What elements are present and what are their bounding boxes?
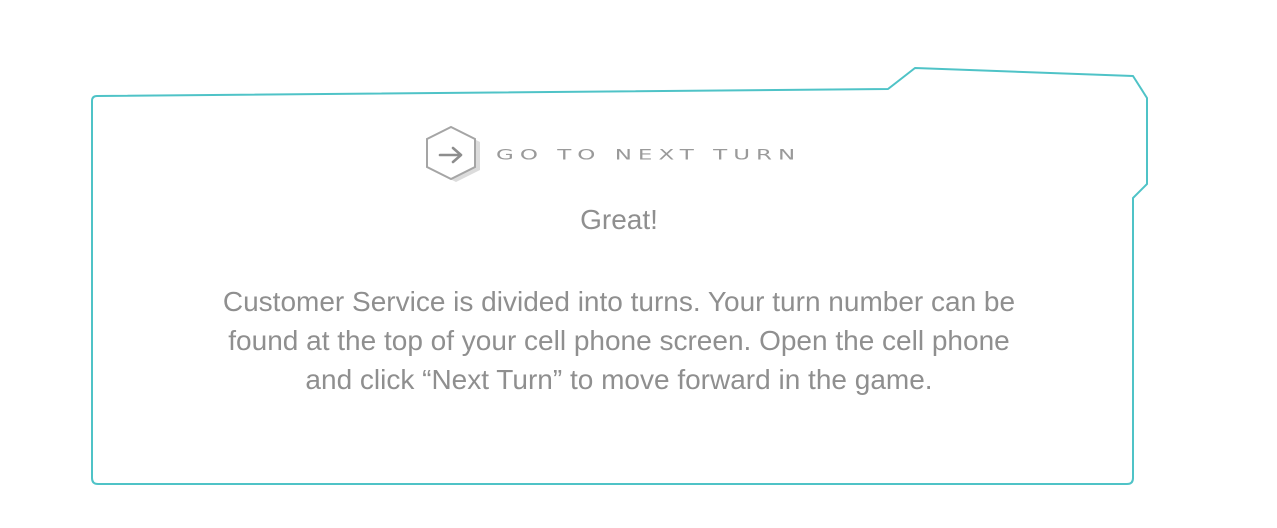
- instruction-line: Customer Service is divided into turns. …: [222, 286, 1016, 317]
- tutorial-screen: Go to next turn Great! Customer Service …: [0, 0, 1277, 528]
- tutorial-panel: Go to next turn Great! Customer Service …: [94, 92, 1144, 482]
- next-turn-label: Go to next turn: [496, 146, 802, 164]
- instruction-text: Customer Service is divided into turns. …: [94, 282, 1144, 399]
- arrow-right-icon[interactable]: [420, 125, 486, 191]
- instruction-line: found at the top of your cell phone scre…: [228, 325, 1010, 356]
- great-text: Great!: [580, 204, 658, 235]
- instruction-line: and click “Next Turn” to move forward in…: [305, 364, 933, 395]
- next-turn-heading[interactable]: Go to next turn: [94, 125, 1144, 191]
